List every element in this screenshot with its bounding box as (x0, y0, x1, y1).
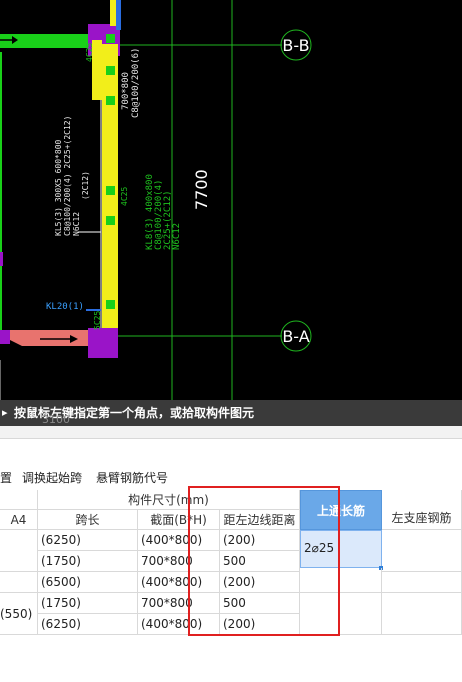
cell-section[interactable]: (400*800) (138, 530, 220, 551)
cell-span[interactable]: (1750) (38, 551, 138, 572)
cell-left-support[interactable] (382, 593, 462, 635)
cell-span[interactable]: (6500) (38, 572, 138, 593)
prompt-arrow-icon: ▸ (2, 406, 8, 419)
beam-annot-right-4: N6C12 (172, 223, 182, 250)
cell-span[interactable]: (1750) (38, 593, 138, 614)
rebar-square (106, 34, 115, 43)
axis-label-bottom: B-A (282, 327, 309, 346)
cad-viewport[interactable]: B-B B-A 7700 KL20(1) 4C25 4C25 5C25 KL5(… (0, 0, 462, 400)
header-spacer (0, 490, 38, 510)
blue-strip (116, 0, 121, 30)
left-column-stub (0, 330, 10, 344)
cell-section[interactable]: (400*800) (138, 572, 220, 593)
cell-top-rebar-selected[interactable]: 2⌀25 (300, 530, 382, 568)
cell-distance[interactable]: (200) (220, 530, 300, 551)
beam-annot-4: (2C12) (81, 171, 90, 200)
top-col-label: 4C25 (85, 43, 94, 62)
cell-a4-group1[interactable] (0, 530, 38, 572)
cell-top-rebar[interactable] (300, 568, 382, 593)
header-a4[interactable]: A4 (0, 510, 38, 530)
toolbar-item-set[interactable]: 置 (0, 466, 12, 490)
header-span-length[interactable]: 跨长 (38, 510, 138, 530)
cell-distance[interactable]: (200) (220, 614, 300, 635)
left-stub (0, 252, 3, 266)
cell-distance[interactable]: 500 (220, 551, 300, 572)
header-distance-left[interactable]: 距左边线距离 (220, 510, 300, 530)
cell-span[interactable]: (6250) (38, 614, 138, 635)
beam-annot-top-2: C8@100/200(6) (131, 48, 141, 118)
bot-col-label: 5C25 (93, 311, 102, 330)
status-ghost-label: 3100 (42, 413, 70, 426)
beam-span-grid: 构件尺寸(mm) 上通长筋 左支座钢筋 A4 跨长 截面(B*H) 距左边线距离… (0, 490, 462, 640)
rebar-square (106, 66, 115, 75)
bottom-beam[interactable] (10, 330, 88, 346)
cell-section[interactable]: (400*800) (138, 614, 220, 635)
cell-section[interactable]: 700*800 (138, 551, 220, 572)
left-beam-label: KL20(1) (46, 302, 84, 312)
beam-annot-2: C8@100/200(4) 2C25+(2C12) (63, 116, 72, 236)
rebar-square (106, 96, 115, 105)
toolbar-item-swap-start-span[interactable]: 调换起始跨 (22, 466, 82, 490)
bottom-column[interactable] (88, 328, 118, 358)
top-stub (110, 0, 116, 26)
header-component-size: 构件尺寸(mm) (38, 490, 300, 510)
command-status-bar: ▸ 按鼠标左键指定第一个角点，或拾取构件图元 3100 (0, 400, 462, 426)
rebar-square (106, 216, 115, 225)
beam-annot-top-1: 700*800 (121, 72, 131, 110)
cell-a4[interactable] (0, 572, 38, 593)
rebar-square (106, 186, 115, 195)
header-top-continuous-rebar[interactable]: 上通长筋 (300, 490, 382, 530)
header-section[interactable]: 截面(B*H) (138, 510, 220, 530)
empty-panel-area (0, 640, 462, 682)
cell-distance[interactable]: (200) (220, 572, 300, 593)
cad-drawing[interactable]: B-B B-A 7700 KL20(1) 4C25 4C25 5C25 KL5(… (0, 0, 462, 400)
cell-span[interactable]: (6250) (38, 530, 138, 551)
beam-annot-3: N6C12 (72, 212, 81, 236)
dimension-label: 7700 (192, 169, 211, 210)
mid-col-label: 4C25 (120, 187, 129, 206)
cell-distance[interactable]: 500 (220, 593, 300, 614)
toolbar-item-cantilever-code[interactable]: 悬臂钢筋代号 (96, 466, 168, 490)
cell-left-support-group1[interactable] (382, 530, 462, 572)
beam-annot-1: KL5(3) 300X5 600*800 (54, 139, 63, 236)
axis-label-top: B-B (282, 36, 309, 55)
header-left-support-rebar[interactable]: 左支座钢筋 (382, 490, 462, 530)
cell-top-rebar[interactable] (300, 593, 382, 635)
cell-left-support[interactable] (382, 572, 462, 593)
rebar-square (106, 300, 115, 309)
cell-a4-group2[interactable]: (550) (0, 593, 38, 635)
panel-divider (0, 426, 462, 439)
cell-section[interactable]: 700*800 (138, 593, 220, 614)
